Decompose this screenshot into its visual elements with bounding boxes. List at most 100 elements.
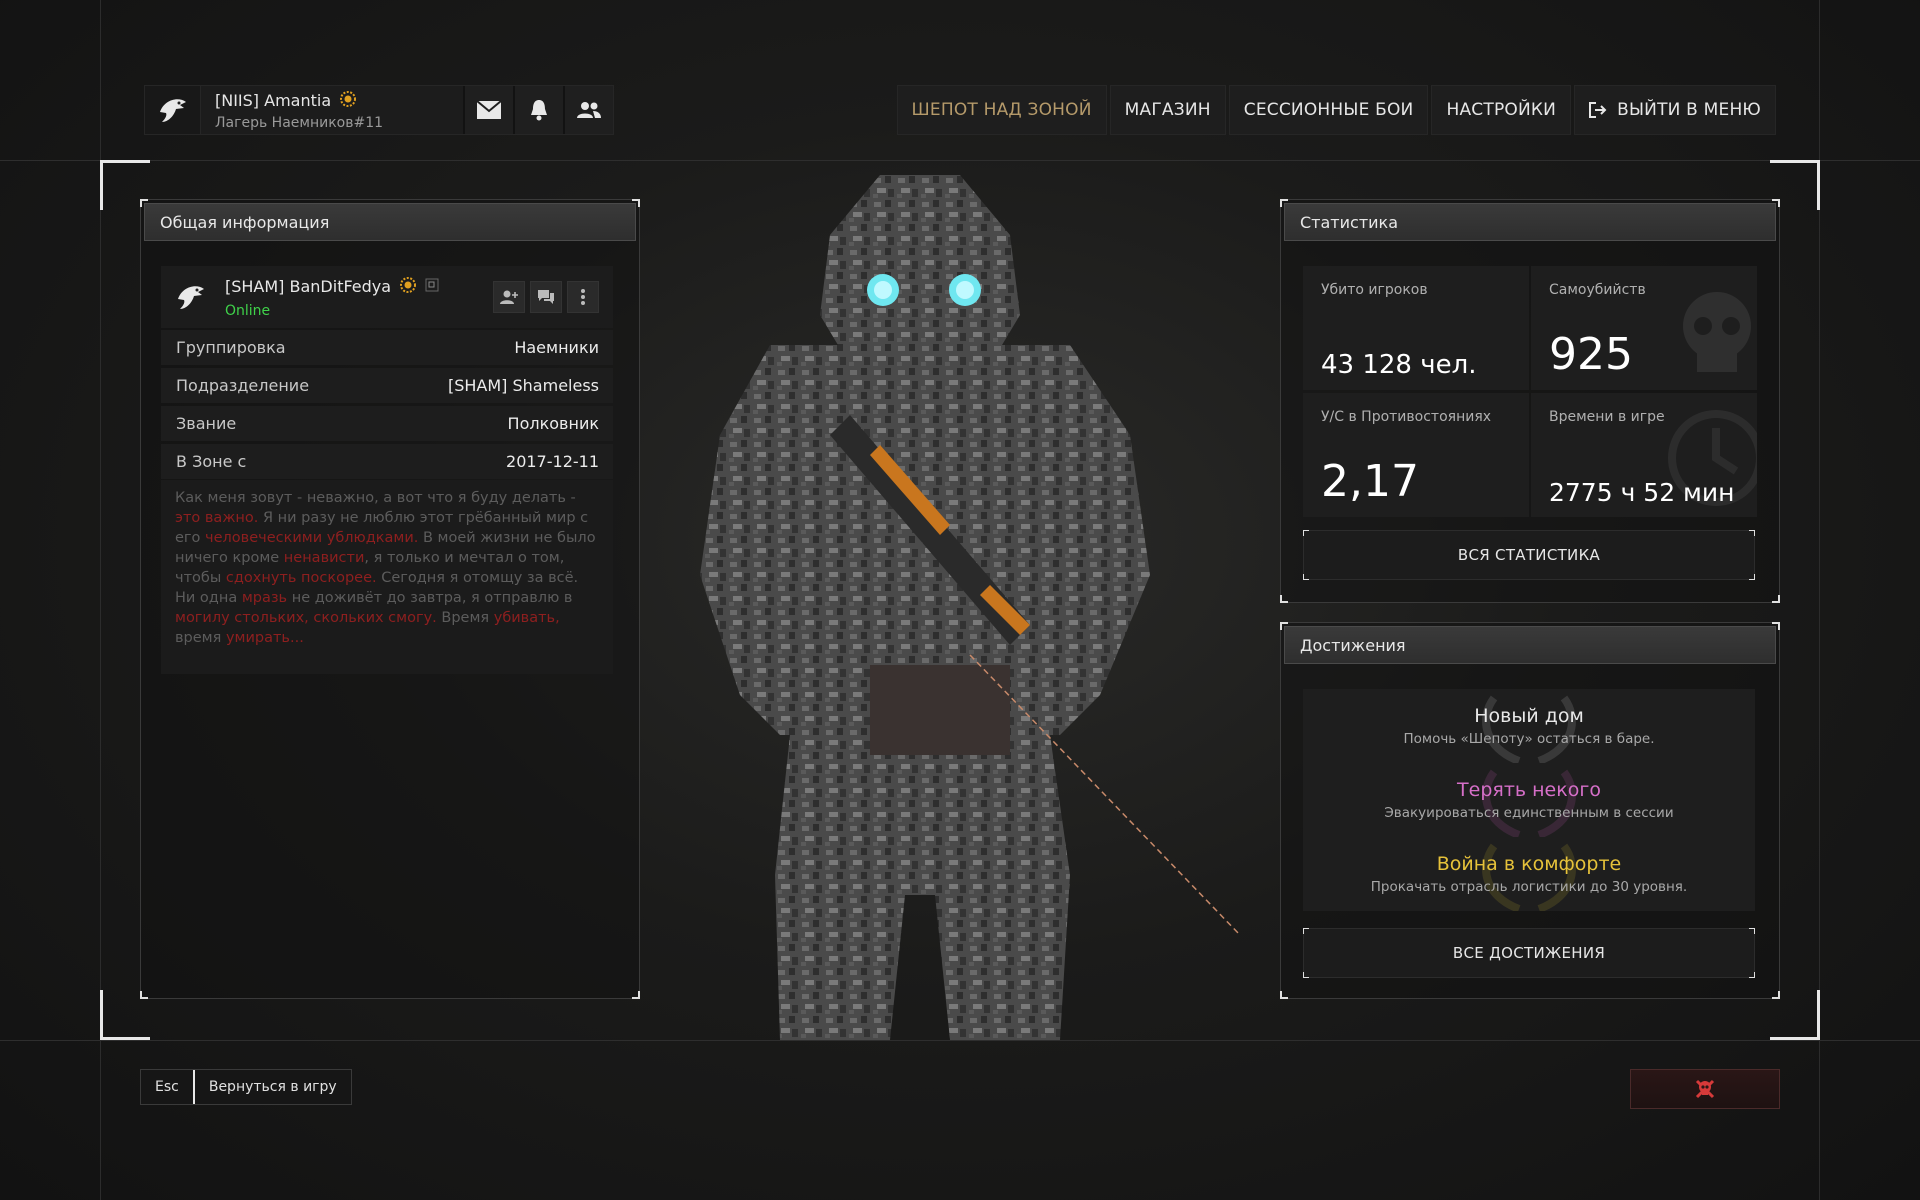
button-corner <box>1749 530 1755 536</box>
achievement-item[interactable]: Новый дом Помочь «Шепоту» остаться в баре… <box>1303 689 1755 763</box>
nav-label: СЕССИОННЫЕ БОИ <box>1243 100 1414 120</box>
frame-line-top <box>0 160 1920 161</box>
bio-highlight: могилу стольких, скольких смогу. <box>175 610 437 626</box>
notifications-button[interactable] <box>513 86 563 134</box>
laurel-icon <box>1482 843 1576 911</box>
achievement-description: Прокачать отрасль логистики до 30 уровня… <box>1370 879 1688 895</box>
bio-highlight: мразь <box>241 590 288 606</box>
panel-corner <box>1280 622 1288 630</box>
message-button[interactable] <box>530 281 562 313</box>
info-value: Полковник <box>507 414 599 433</box>
bio-highlight: это важно. <box>175 510 259 526</box>
button-corner <box>1749 972 1755 978</box>
info-label: Группировка <box>176 338 286 357</box>
stat-value: 925 <box>1549 329 1633 380</box>
all-stats-button[interactable]: ВСЯ СТАТИСТИКА <box>1303 530 1755 580</box>
info-label: Звание <box>176 414 237 433</box>
laurel-icon <box>1482 695 1576 763</box>
friends-icon <box>577 102 601 118</box>
panel-corner <box>140 199 148 207</box>
bio-text: время <box>175 630 226 646</box>
achievement-description: Помочь «Шепоту» остаться в баре. <box>1403 731 1655 747</box>
stat-suicides: Самоубийств 925 <box>1531 266 1757 390</box>
exit-icon <box>1589 102 1607 118</box>
all-achievements-button[interactable]: ВСЕ ДОСТИЖЕНИЯ <box>1303 928 1755 978</box>
stat-kd: У/С в Противостояниях 2,17 <box>1303 393 1529 517</box>
nav-exit-menu[interactable]: ВЫЙТИ В МЕНЮ <box>1574 85 1776 135</box>
nav-shop[interactable]: МАГАЗИН <box>1109 85 1226 135</box>
add-friend-button[interactable] <box>493 281 525 313</box>
top-navigation: ШЕПОТ НАД ЗОНОЙ МАГАЗИН СЕССИОННЫЕ БОИ Н… <box>896 85 1776 135</box>
achievement-title: Новый дом <box>1474 705 1584 727</box>
eagle-logo-icon[interactable] <box>145 86 201 134</box>
esc-key-hint: Esc <box>141 1070 195 1104</box>
nav-session-battles[interactable]: СЕССИОННЫЕ БОИ <box>1228 85 1429 135</box>
badge-icon <box>399 276 417 298</box>
skull-crossbones-icon <box>1695 1079 1715 1099</box>
info-value: 2017-12-11 <box>506 452 599 471</box>
nav-label: ВЫЙТИ В МЕНЮ <box>1617 100 1761 120</box>
panel-corner <box>1772 991 1780 999</box>
stat-playtime: Времени в игре 2775 ч 52 мин <box>1531 393 1757 517</box>
mail-button[interactable] <box>463 86 513 134</box>
achievement-item[interactable]: Терять некого Эвакуироваться единственным… <box>1303 763 1755 837</box>
more-options-button[interactable] <box>567 281 599 313</box>
chat-icon <box>538 290 554 304</box>
nav-settings[interactable]: НАСТРОЙКИ <box>1431 85 1572 135</box>
button-corner <box>1303 972 1309 978</box>
info-label: В Зоне с <box>176 452 247 471</box>
badge-icon <box>339 90 357 112</box>
panel-title: Статистика <box>1284 203 1776 241</box>
stat-value: 2775 ч 52 мин <box>1549 478 1735 507</box>
bell-icon <box>531 100 547 121</box>
nav-label: НАСТРОЙКИ <box>1446 100 1557 120</box>
friends-button[interactable] <box>563 86 613 134</box>
stat-label: Убито игроков <box>1321 282 1428 298</box>
suicide-button[interactable] <box>1630 1069 1780 1109</box>
nav-label: ШЕПОТ НАД ЗОНОЙ <box>911 100 1092 120</box>
player-actions <box>493 281 599 313</box>
profile-box: [NIIS] Amantia Лагерь Наемников#11 <box>144 85 614 135</box>
bio-highlight: сдохнуть поскорее. <box>225 570 377 586</box>
achievement-title: Война в комфорте <box>1436 853 1622 875</box>
button-corner <box>1749 574 1755 580</box>
button-label: ВСЕ ДОСТИЖЕНИЯ <box>1452 944 1606 962</box>
info-row-faction: Группировка Наемники <box>161 330 613 365</box>
info-value: [SHAM] Shameless <box>448 376 599 395</box>
player-card: [SHAM] BanDitFedya Online <box>161 266 613 328</box>
profile-subtitle: Лагерь Наемников#11 <box>215 114 384 131</box>
bio-highlight: человеческими ублюдками. <box>205 530 419 546</box>
button-corner <box>1303 530 1309 536</box>
copy-icon[interactable] <box>425 277 439 296</box>
bio-text: не доживёт до завтра, я отправлю в <box>287 590 573 606</box>
character-model <box>700 175 1240 1040</box>
more-vertical-icon <box>581 289 585 305</box>
panel-corner <box>1772 622 1780 630</box>
stat-label: У/С в Противостояниях <box>1321 409 1492 425</box>
panel-corner <box>1280 991 1288 999</box>
info-row-rank: Звание Полковник <box>161 406 613 441</box>
player-status: Online <box>225 302 271 319</box>
info-row-unit: Подразделение [SHAM] Shameless <box>161 368 613 403</box>
nav-label: МАГАЗИН <box>1124 100 1211 120</box>
info-value: Наемники <box>514 338 599 357</box>
eagle-logo-icon <box>171 283 211 311</box>
nav-whisper[interactable]: ШЕПОТ НАД ЗОНОЙ <box>896 85 1107 135</box>
panel-title: Общая информация <box>144 203 636 241</box>
frame-line-bottom <box>0 1040 1920 1041</box>
achievement-description: Эвакуироваться единственным в сессии <box>1384 805 1674 821</box>
general-info-panel: Общая информация [SHAM] BanDitFedya Onli… <box>140 199 640 999</box>
button-corner <box>1749 928 1755 934</box>
back-to-game-button[interactable]: Esc Вернуться в игру <box>140 1069 352 1105</box>
stat-value: 2,17 <box>1321 456 1419 507</box>
info-label: Подразделение <box>176 376 310 395</box>
panel-corner <box>1772 199 1780 207</box>
button-corner <box>1303 928 1309 934</box>
stat-value: 43 128 чел. <box>1321 350 1477 380</box>
info-row-joined: В Зоне с 2017-12-11 <box>161 444 613 479</box>
bio-text: Как меня зовут - неважно, а вот что я бу… <box>175 490 576 506</box>
player-name: [SHAM] BanDitFedya <box>225 277 392 296</box>
panel-corner <box>632 991 640 999</box>
bio-highlight: убивать, <box>493 610 560 626</box>
achievement-item[interactable]: Война в комфорте Прокачать отрасль логист… <box>1303 837 1755 911</box>
